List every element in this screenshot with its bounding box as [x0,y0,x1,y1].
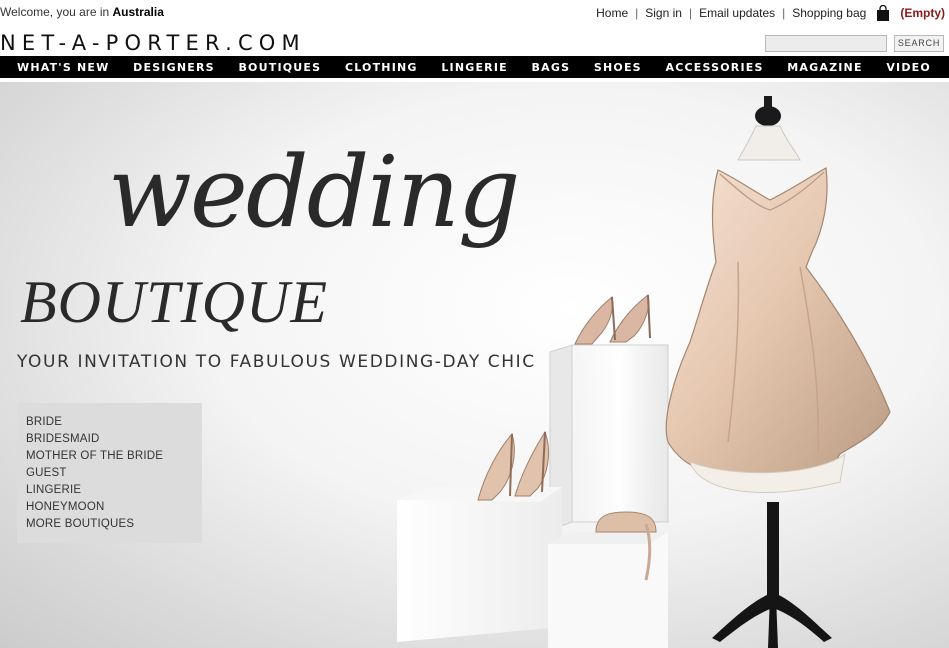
email-updates-link[interactable]: Email updates [699,6,775,20]
mannequin-stand [712,502,832,648]
hero-title-caps: BOUTIQUE [20,269,328,335]
nav-magazine[interactable]: MAGAZINE [787,61,862,74]
separator: | [688,6,693,20]
dress [665,167,891,493]
account-links: Home | Sign in | Email updates | Shoppin… [596,5,945,21]
glass-plinth [549,344,669,531]
hero-banner[interactable]: wedding BOUTIQUE YOUR INVITATION TO FABU… [0,82,949,648]
site-logo[interactable]: NET-A-PORTER.COM [0,31,306,55]
country-link[interactable]: Australia [113,5,164,19]
menu-lingerie[interactable]: LINGERIE [26,482,202,499]
menu-bridesmaid[interactable]: BRIDESMAID [26,431,202,448]
nav-whats-new[interactable]: WHAT'S NEW [17,61,109,74]
menu-guest[interactable]: GUEST [26,465,202,482]
home-link[interactable]: Home [596,6,628,20]
welcome-message: Welcome, you are in Australia [0,5,164,19]
welcome-prefix: Welcome, you are in [0,5,110,19]
sign-in-link[interactable]: Sign in [645,6,682,20]
shopping-bag-link[interactable]: Shopping bag [792,6,866,20]
mannequin-neck [737,96,801,161]
shopping-bag-icon[interactable] [876,5,890,21]
nav-boutiques[interactable]: BOUTIQUES [238,61,321,74]
nav-shoes[interactable]: SHOES [594,61,642,74]
nav-designers[interactable]: DESIGNERS [133,61,215,74]
shoes-top [574,294,651,345]
boutique-menu: BRIDE BRIDESMAID MOTHER OF THE BRIDE GUE… [17,403,202,543]
nav-clothing[interactable]: CLOTHING [345,61,418,74]
nav-accessories[interactable]: ACCESSORIES [666,61,764,74]
bag-status[interactable]: (Empty) [900,6,945,20]
menu-bride[interactable]: BRIDE [26,414,202,431]
top-bar: Welcome, you are in Australia Home | Sig… [0,0,949,26]
separator: | [635,6,639,20]
menu-honeymoon[interactable]: HONEYMOON [26,499,202,516]
hero-title-script: wedding [108,136,521,250]
nav-lingerie[interactable]: LINGERIE [441,61,508,74]
search-input[interactable] [765,35,887,52]
menu-mother-of-the-bride[interactable]: MOTHER OF THE BRIDE [26,448,202,465]
separator: | [782,6,786,20]
nav-bags[interactable]: BAGS [532,61,571,74]
menu-more-boutiques[interactable]: MORE BOUTIQUES [26,516,202,533]
search-button[interactable]: SEARCH [894,35,944,52]
main-nav: WHAT'S NEW DESIGNERS BOUTIQUES CLOTHING … [0,56,949,78]
nav-video[interactable]: VIDEO [886,61,931,74]
hero-tagline: YOUR INVITATION TO FABULOUS WEDDING-DAY … [17,352,536,372]
